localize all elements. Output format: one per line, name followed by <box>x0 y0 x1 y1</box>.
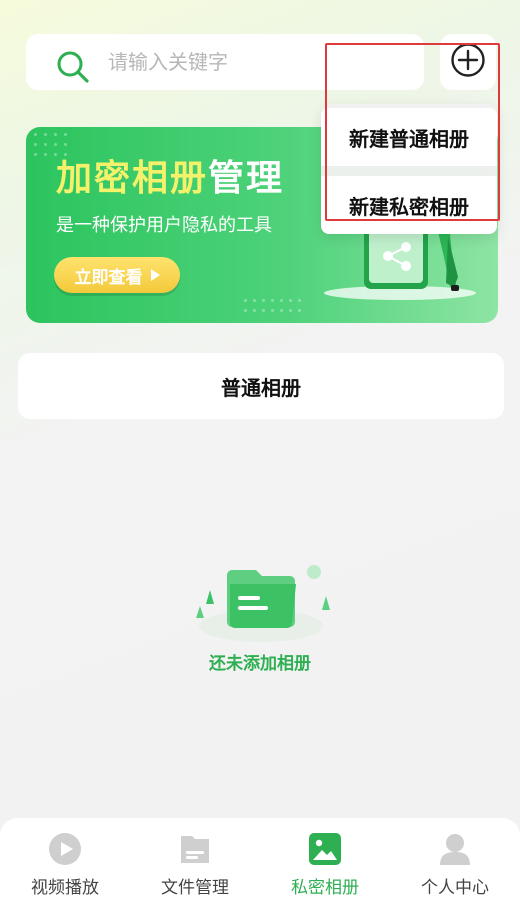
nav-label: 私密相册 <box>291 878 359 898</box>
folder-icon <box>177 831 213 867</box>
empty-state-text: 还未添加相册 <box>209 654 311 674</box>
album-tab-normal[interactable]: 普通相册 <box>18 353 504 419</box>
nav-item-profile[interactable]: 个人中心 <box>390 818 520 900</box>
bottom-nav: 视频播放 文件管理 私密相册 个人中心 <box>0 818 520 900</box>
album-tab-label: 普通相册 <box>221 375 301 400</box>
nav-label: 个人中心 <box>421 878 489 898</box>
banner-subtitle: 是一种保护用户隐私的工具 <box>56 215 272 236</box>
nav-item-files[interactable]: 文件管理 <box>130 818 260 900</box>
dot-pattern-decoration <box>244 299 308 315</box>
nav-item-video[interactable]: 视频播放 <box>0 818 130 900</box>
nav-label: 文件管理 <box>161 878 229 898</box>
nav-label: 视频播放 <box>31 878 99 898</box>
search-input[interactable]: 请输入关键字 <box>108 48 228 76</box>
view-now-button[interactable]: 立即查看 <box>54 257 180 293</box>
user-icon <box>437 831 473 867</box>
highlight-annotation-box <box>325 43 500 221</box>
empty-folder-illustration <box>186 556 336 650</box>
play-icon <box>47 831 83 867</box>
image-icon <box>307 831 343 867</box>
banner-title: 加密相册管理 <box>56 158 285 199</box>
nav-item-private-album[interactable]: 私密相册 <box>260 818 390 900</box>
play-arrow-icon <box>150 269 160 281</box>
search-icon <box>56 50 90 88</box>
